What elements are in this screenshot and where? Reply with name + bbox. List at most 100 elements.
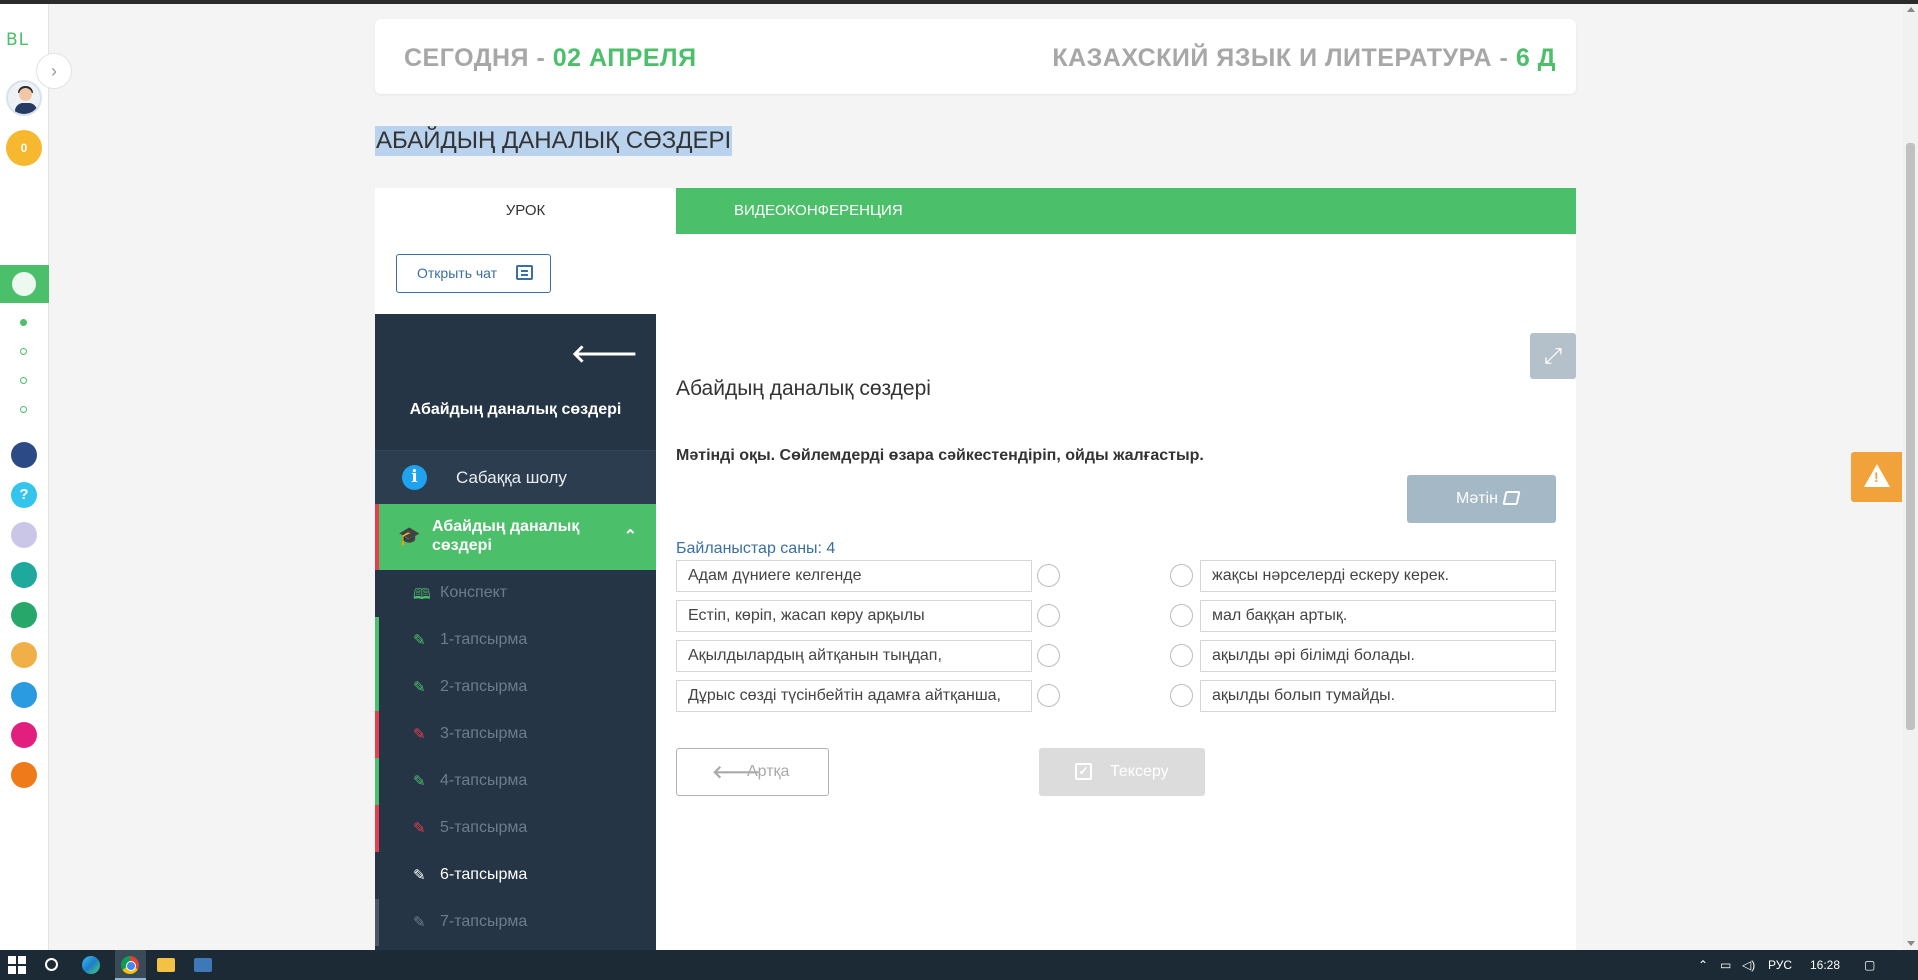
lesson-sidebar: 🡐 Абайдың даналық сөздері i Сабаққа шолу… [375,314,656,950]
match-left-item[interactable]: Ақылдылардың айтқанын тыңдап, [676,640,1032,672]
book-open-icon: 🕮 [413,586,431,603]
bilim-media-icon[interactable] [11,642,37,668]
tab-lesson[interactable]: УРОК [375,188,676,234]
sidebar-item-label: 1-тапсырма [440,631,528,648]
text-button[interactable]: Мәтін [1407,475,1556,523]
search-icon[interactable] [45,958,58,971]
chrome-icon[interactable] [121,956,139,974]
sidebar-item-task-1[interactable]: ✎ 1-тапсырма [375,617,656,664]
sidebar-item-task-7[interactable]: ✎ 7-тапсырма [375,899,656,946]
arrow-left-icon[interactable]: 🡐 [571,339,638,369]
connections-count: Байланыстар саны: 4 [676,540,836,557]
scroll-up-icon[interactable] [1907,7,1915,12]
back-button[interactable]: 🡐 Артқа [676,748,829,796]
header-card: СЕГОДНЯ - 02 АПРЕЛЯ КАЗАХСКИЙ ЯЗЫК И ЛИТ… [375,19,1576,94]
book-icon [1502,491,1521,505]
task-instruction: Мәтінді оқы. Сөйлемдерді өзара сәйкестен… [676,447,1204,464]
twig-icon[interactable] [11,722,37,748]
rail-dot-1[interactable] [20,319,27,326]
match-left-connector[interactable] [1037,644,1060,667]
match-right-item[interactable]: ақылды әрі білімді болады. [1200,640,1556,672]
expand-icon: ⤢ [1544,343,1562,368]
keyboard-icon[interactable] [11,522,37,548]
sidebar-item-overview[interactable]: i Сабаққа шолу [375,450,656,504]
today-date: СЕГОДНЯ - 02 АПРЕЛЯ [404,44,697,73]
check-button[interactable]: ✓ Тексеру [1039,748,1205,796]
match-left-item[interactable]: Дұрыс сөзді түсінбейтін адамға айтқанша, [676,680,1032,712]
match-right-connector[interactable] [1170,644,1193,667]
mektep-icon[interactable] [11,762,37,788]
clock[interactable]: 16:28 [1810,950,1840,980]
match-right-connector[interactable] [1170,564,1193,587]
scrollbar-thumb[interactable] [1906,143,1915,730]
sidebar-item-task-5[interactable]: ✎ 5-тапсырма [375,805,656,852]
date-value: 02 АПРЕЛЯ [552,44,697,72]
match-left-connector[interactable] [1037,604,1060,627]
match-right-item[interactable]: мал баққан артық. [1200,600,1556,632]
network-icon[interactable]: ▭ [1720,950,1731,980]
chevron-up-icon[interactable]: ⌃ [1698,950,1708,980]
taskbar-app-icon[interactable] [194,958,212,972]
page-scrollbar[interactable] [1903,4,1918,950]
file-explorer-icon[interactable] [157,958,175,972]
sidebar-item-label: 3-тапсырма [440,725,528,742]
edit-icon: ✎ [413,773,426,790]
bl-logo[interactable]: BL [6,30,29,50]
arrow-left-icon: 🡐 [712,762,761,782]
match-left-item[interactable]: Адам дүниеге келгенде [676,560,1032,592]
input-language[interactable]: РУС [1768,950,1792,980]
scroll-down-icon[interactable] [1907,941,1915,946]
page-title: АБАЙДЫҢ ДАНАЛЫҚ СӨЗДЕРІ [375,126,733,156]
open-chat-button[interactable]: Открыть чат [396,254,551,293]
chevron-right-icon: › [51,61,57,81]
window-top-strip [0,0,1918,4]
graduation-cap-icon: 🎓 [398,526,421,546]
windows-start-icon[interactable] [8,956,26,974]
rail-dot-3[interactable] [20,377,27,384]
sidebar-item-task-2[interactable]: ✎ 2-тапсырма [375,664,656,711]
sidebar-item-label: 6-тапсырма [440,866,528,883]
chat-icon [516,265,533,280]
rail-dot-2[interactable] [20,348,27,355]
checklist-icon[interactable] [11,682,37,708]
check-button-label: Тексеру [1110,763,1169,780]
match-right-connector[interactable] [1170,684,1193,707]
rail-app-active[interactable] [0,265,49,303]
fullscreen-button[interactable]: ⤢ [1530,333,1576,379]
rail-expand-button[interactable]: › [36,53,72,89]
bilimclass-icon [12,272,36,296]
warning-icon [1864,464,1890,487]
smart-nation-icon[interactable] [11,442,37,468]
sidebar-item-task-6[interactable]: ✎ 6-тапсырма [375,852,656,899]
sidebar-item-label: Конспект [440,584,508,601]
sidebar-section-active[interactable]: 🎓 Абайдың даналық сөздері ⌃ [375,504,656,570]
avatar[interactable] [6,80,42,116]
volume-icon[interactable]: ◁) [1742,950,1755,980]
sidebar-item-task-4[interactable]: ✎ 4-тапсырма [375,758,656,805]
report-issue-button[interactable] [1851,452,1902,502]
match-left-connector[interactable] [1037,564,1060,587]
tab-videoconference[interactable]: ВИДЕОКОНФЕРЕНЦИЯ [676,188,1576,234]
tab-bar: УРОК ВИДЕОКОНФЕРЕНЦИЯ [375,188,1576,234]
match-right-item[interactable]: жақсы нәрселерді ескеру керек. [1200,560,1556,592]
match-right-connector[interactable] [1170,604,1193,627]
sidebar-item-task-3[interactable]: ✎ 3-тапсырма [375,711,656,758]
edit-icon: ✎ [413,679,426,696]
coins-badge[interactable]: 0 [6,130,42,166]
bilim-class-icon[interactable] [11,562,37,588]
match-right-item[interactable]: ақылды болып тумайды. [1200,680,1556,712]
bilim-land-icon[interactable] [11,602,37,628]
rail-dot-4[interactable] [20,406,27,413]
system-tray: ⌃ ▭ ◁) РУС 16:28 ▢ [1698,950,1898,980]
task-title: Абайдың даналық сөздері [676,377,931,400]
left-rail: BL 0 ? [0,4,49,950]
sidebar-item-label: 5-тапсырма [440,819,528,836]
sidebar-title: Абайдың даналық сөздері [409,401,622,418]
match-left-connector[interactable] [1037,684,1060,707]
sidebar-item-label: 7-тапсырма [440,913,528,930]
help-icon[interactable]: ? [11,482,37,508]
match-left-item[interactable]: Естіп, көріп, жасап көру арқылы [676,600,1032,632]
edge-icon[interactable] [82,956,100,974]
notifications-icon[interactable]: ▢ [1864,950,1875,980]
sidebar-item-konspekt[interactable]: 🕮 Конспект [375,570,656,617]
